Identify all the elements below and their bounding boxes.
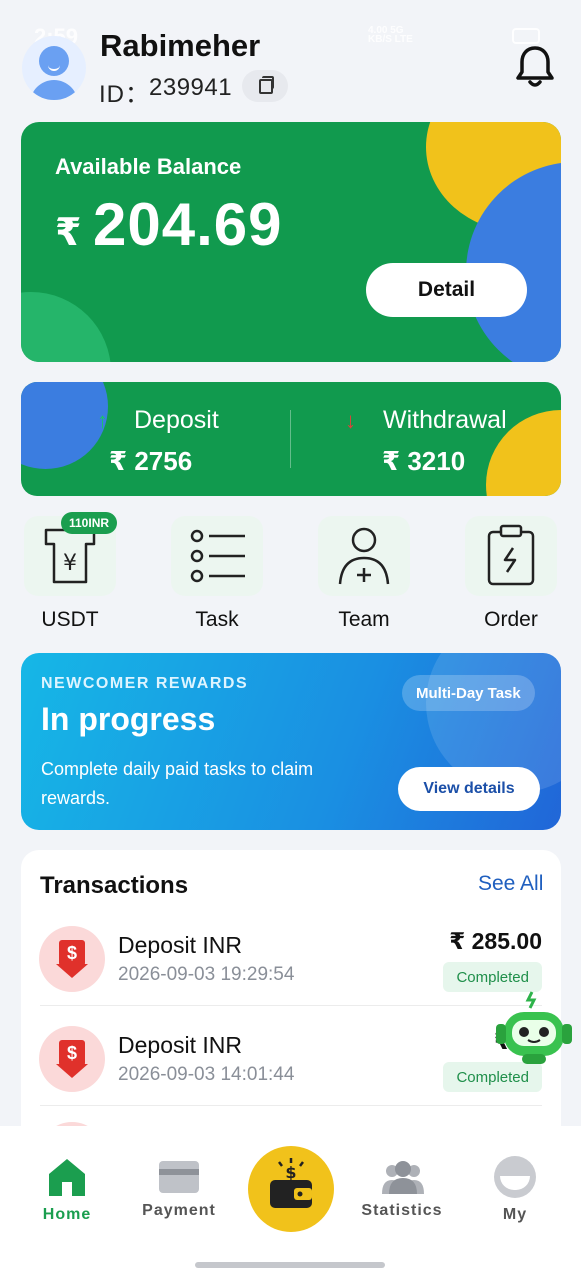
transaction-row[interactable]: $ Deposit INR 2026-09-03 14:01:44 ₹ 35 C… — [21, 1006, 561, 1106]
profile-icon[interactable] — [494, 1156, 536, 1198]
transaction-row[interactable]: $ Deposit INR 2026-09-03 19:29:54 ₹ 285.… — [21, 906, 561, 1006]
nav-payment[interactable]: Payment — [124, 1202, 234, 1220]
usdt-badge: 110INR — [61, 512, 118, 534]
view-details-button[interactable]: View details — [398, 767, 540, 811]
home-icon[interactable] — [45, 1156, 89, 1198]
user-name: Rabimeher — [100, 28, 261, 63]
transactions-title: Transactions — [40, 872, 189, 899]
deposit-icon: $ — [39, 1026, 105, 1092]
withdrawal-value: ₹ 3210 — [382, 446, 466, 476]
quick-action-label: USDT — [41, 608, 99, 631]
transaction-date: 2026-09-03 19:29:54 — [118, 964, 295, 985]
arrow-up-icon: ↑ — [97, 408, 108, 433]
balance-label: Available Balance — [55, 154, 242, 179]
battery-icon — [512, 28, 540, 44]
avatar-head-icon — [39, 46, 69, 76]
quick-action-task[interactable] — [171, 516, 263, 596]
wallet-icon: $ — [270, 1158, 312, 1208]
balance-card: Available Balance ₹ 204.69 Detail — [21, 122, 561, 362]
transaction-amount: ₹ 285.00 — [449, 928, 542, 954]
arrow-down-icon: ↓ — [345, 408, 356, 433]
wallet-button[interactable]: $ — [248, 1146, 334, 1232]
avatar-body-icon — [30, 80, 78, 100]
transaction-date: 2026-09-03 14:01:44 — [118, 1064, 295, 1085]
quick-action-order[interactable] — [465, 516, 557, 596]
nav-statistics[interactable]: Statistics — [347, 1202, 457, 1220]
rewards-eyebrow: NEWCOMER REWARDS — [41, 675, 249, 692]
payment-card-icon[interactable] — [158, 1160, 200, 1194]
team-add-icon — [338, 527, 390, 585]
transaction-name: Deposit INR — [118, 1032, 242, 1058]
quick-action-label: Task — [195, 608, 239, 631]
quick-action-label: Order — [484, 608, 538, 631]
divider — [40, 1105, 542, 1106]
rewards-title: In progress — [41, 701, 216, 737]
user-id: 239941 — [149, 74, 233, 101]
detail-button[interactable]: Detail — [366, 263, 527, 317]
home-indicator — [195, 1262, 385, 1268]
deposit-withdrawal-card: ↑ Deposit ₹ 2756 ↓ Withdrawal ₹ 3210 — [21, 382, 561, 496]
balance-currency: ₹ — [55, 212, 82, 254]
status-network: 4.00 5G KB/S LTE — [368, 25, 413, 45]
svg-text:¥: ¥ — [63, 551, 77, 576]
divider — [290, 410, 291, 468]
balance-amount: 204.69 — [93, 191, 283, 258]
rewards-description: Complete daily paid tasks to claim rewar… — [41, 759, 314, 808]
transaction-name: Deposit INR — [118, 932, 242, 958]
task-list-icon — [190, 529, 245, 583]
statistics-people-icon[interactable] — [380, 1160, 426, 1196]
deposit-icon: $ — [39, 926, 105, 992]
nav-home[interactable]: Home — [12, 1206, 122, 1224]
status-badge: Completed — [443, 962, 542, 992]
withdrawal-label[interactable]: Withdrawal — [383, 406, 507, 435]
copy-id-button[interactable] — [242, 70, 288, 102]
multi-day-task-pill: Multi-Day Task — [402, 675, 535, 711]
quick-action-label: Team — [338, 608, 390, 631]
see-all-link[interactable]: See All — [478, 872, 543, 896]
newcomer-rewards-card[interactable]: NEWCOMER REWARDS In progress Complete da… — [21, 653, 561, 830]
bell-icon[interactable] — [514, 44, 556, 90]
order-clipboard-icon — [487, 524, 535, 586]
nav-my[interactable]: My — [460, 1206, 570, 1224]
user-id-label: ID： — [99, 81, 150, 108]
avatar[interactable] — [22, 36, 86, 100]
decor-blue — [21, 382, 108, 469]
svg-text:$: $ — [285, 1163, 296, 1182]
robot-assistant-icon[interactable] — [492, 990, 576, 1070]
transactions-card: Transactions See All $ Deposit INR 2026-… — [21, 850, 561, 1150]
deposit-value: ₹ 2756 — [109, 446, 193, 476]
decor-green — [21, 292, 111, 362]
deposit-label[interactable]: Deposit — [134, 406, 219, 435]
quick-action-team[interactable] — [318, 516, 410, 596]
